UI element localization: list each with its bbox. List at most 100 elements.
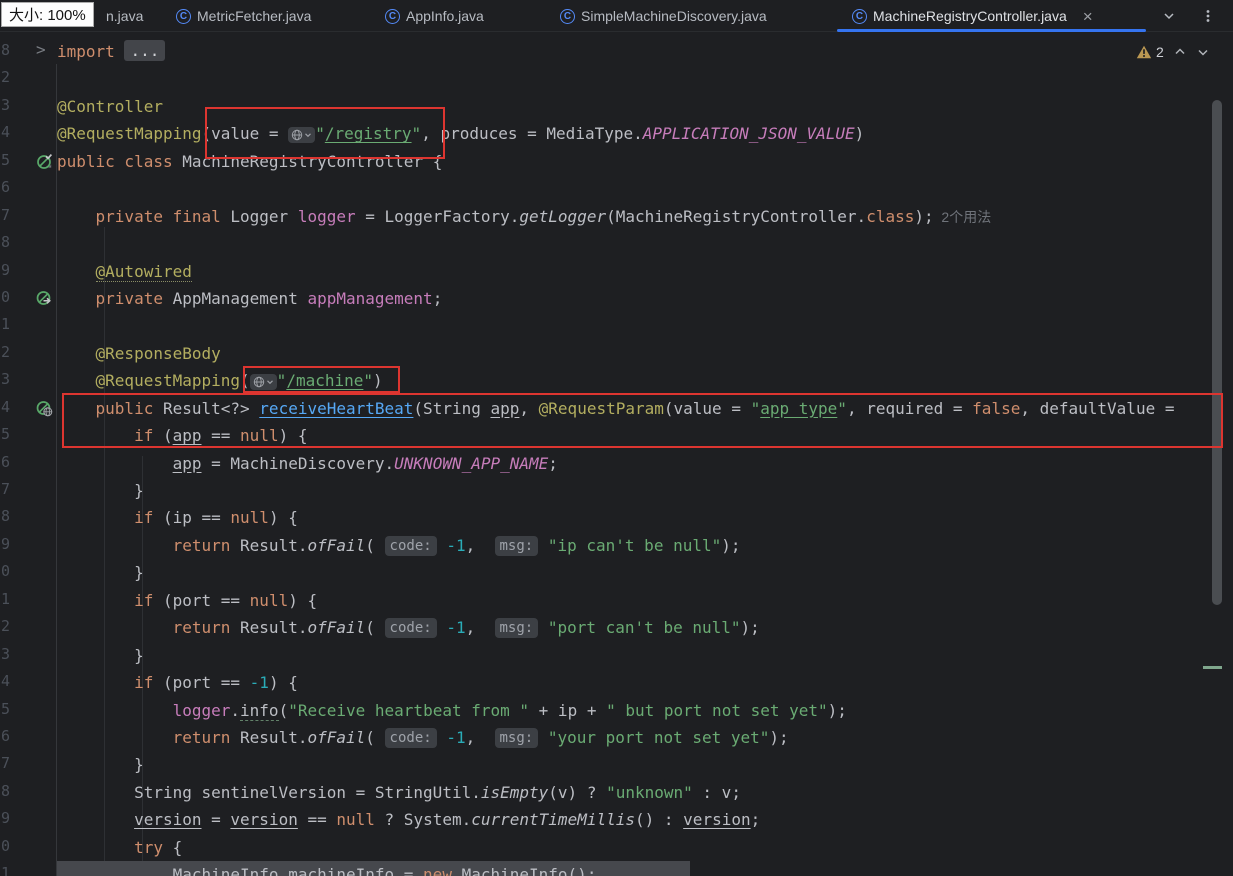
vertical-scrollbar-thumb[interactable]: [1212, 100, 1222, 605]
code-token: ==: [297, 810, 337, 830]
line-number: 8: [1, 781, 11, 800]
tab-file-3[interactable]: C AppInfo.java: [377, 0, 484, 32]
code-token: if: [57, 673, 163, 693]
code-token: null: [230, 508, 269, 528]
line-number: 2: [1, 617, 11, 636]
gutter: 8: [0, 230, 57, 257]
code-line: 3 @RequestMapping("/machine"): [0, 367, 1233, 394]
code-line: 1 if (port == null) {: [0, 587, 1233, 614]
java-class-icon: C: [176, 8, 191, 24]
spring-bean-check-icon[interactable]: [36, 153, 53, 170]
gutter: 8: [0, 504, 57, 531]
code-token: () :: [635, 810, 684, 830]
gutter: 3: [0, 642, 57, 669]
code-token: 2个用法: [933, 208, 992, 225]
parameter-hint-inlay: code:: [384, 535, 437, 556]
line-number: 5: [1, 425, 11, 444]
gutter: 6: [0, 450, 57, 477]
code-token: ;: [750, 810, 761, 830]
previous-problem-chevron-up-icon[interactable]: [1173, 45, 1187, 59]
code-line: 8: [0, 230, 1233, 257]
folded-imports-chip[interactable]: ...: [124, 40, 166, 61]
gutter: 2: [0, 614, 57, 641]
inspections-widget[interactable]: 2: [1136, 44, 1210, 60]
code-token: AppManagement: [172, 288, 308, 308]
parameter-hint-inlay: msg:: [494, 535, 539, 556]
line-number: 1: [1, 589, 11, 608]
code-token: version: [683, 810, 751, 830]
code-token: ? System.: [374, 810, 472, 830]
code-token: =: [201, 810, 231, 830]
line-number: 7: [1, 205, 11, 224]
line-number: 6: [1, 726, 11, 745]
line-number: 6: [1, 452, 11, 471]
next-problem-chevron-down-icon[interactable]: [1196, 45, 1210, 59]
code-line: 7 }: [0, 751, 1233, 778]
code-text: if (port == null) {: [57, 587, 317, 614]
parameter-hint-inlay: msg:: [494, 727, 539, 748]
tab-file-2[interactable]: C MetricFetcher.java: [168, 0, 311, 32]
code-line: 7 private final Logger logger = LoggerFa…: [0, 203, 1233, 230]
line-number: 4: [1, 123, 11, 142]
gutter: 1: [0, 312, 57, 339]
line-number: 9: [1, 534, 11, 553]
tab-file-active[interactable]: C MachineRegistryController.java ×: [837, 0, 1146, 32]
tab-list-chevron-button[interactable]: [1157, 4, 1181, 28]
code-text: private AppManagement appManagement;: [57, 285, 443, 312]
code-token: new: [423, 865, 452, 876]
java-class-icon: C: [385, 8, 400, 24]
fold-chevron-icon[interactable]: >: [36, 40, 46, 59]
line-number: 8: [1, 507, 11, 526]
gutter: 0: [0, 559, 57, 586]
code-token: MachineInfo();: [451, 865, 597, 876]
gutter: 3: [0, 93, 57, 120]
code-token: app: [172, 453, 202, 473]
spring-mapping-icon[interactable]: [36, 400, 53, 417]
code-line: 8 > import ...: [0, 38, 1233, 65]
code-text: return Result.ofFail( code: -1, msg: "ip…: [57, 532, 741, 559]
java-class-icon: C: [560, 8, 575, 24]
code-token: @Controller: [57, 96, 163, 116]
code-token: (: [365, 535, 385, 555]
code-token: return: [57, 618, 241, 638]
code-token: try: [57, 837, 173, 857]
code-line: 2 return Result.ofFail( code: -1, msg: "…: [0, 614, 1233, 641]
code-token: getLogger: [519, 206, 607, 226]
tab-file-4[interactable]: C SimpleMachineDiscovery.java: [552, 0, 767, 32]
code-text: @Controller: [57, 93, 163, 120]
code-line: 1 MachineInfo machineInfo = new MachineI…: [0, 861, 1233, 876]
warning-triangle-icon: [1136, 45, 1152, 59]
gutter: 4: [0, 669, 57, 696]
code-token: null: [249, 590, 289, 610]
code-token: "Receive heartbeat from ": [288, 700, 530, 720]
line-number: 7: [1, 754, 11, 773]
code-text: version = version == null ? System.curre…: [57, 806, 760, 833]
gutter: 4: [0, 120, 57, 147]
gutter: 1: [0, 861, 57, 876]
close-tab-icon[interactable]: ×: [1083, 8, 1093, 25]
code-line: 3 }: [0, 642, 1233, 669]
code-token: class: [866, 206, 915, 226]
code-token: version: [230, 810, 298, 830]
code-text: private final Logger logger = LoggerFact…: [57, 203, 992, 230]
line-number: 2: [1, 342, 11, 361]
code-token: (: [365, 727, 385, 747]
code-token: Result.: [240, 727, 308, 747]
code-text: @Autowired: [57, 258, 192, 285]
code-token: );: [914, 206, 934, 226]
spring-autowired-icon[interactable]: [36, 290, 53, 307]
code-token: @RequestMapping: [57, 124, 202, 144]
code-token: = LoggerFactory.: [355, 206, 520, 226]
code-token: ) {: [288, 590, 318, 610]
code-line: 9 @Autowired: [0, 258, 1233, 285]
tab-options-kebab-button[interactable]: [1196, 4, 1220, 28]
code-token: public class: [57, 151, 183, 171]
code-token: logger: [297, 206, 356, 226]
code-text: }: [57, 751, 144, 778]
code-line: 9 version = version == null ? System.cur…: [0, 806, 1233, 833]
gutter: 8: [0, 779, 57, 806]
code-line: 9 return Result.ofFail( code: -1, msg: "…: [0, 532, 1233, 559]
